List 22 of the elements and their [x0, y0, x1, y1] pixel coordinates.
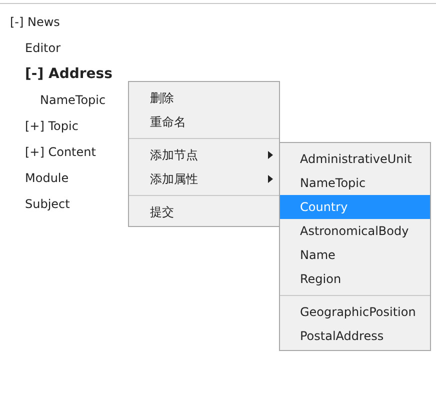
menu-item[interactable]: 提交 — [129, 200, 279, 224]
tree-node[interactable]: Module — [25, 165, 69, 191]
submenu-arrow-icon — [268, 175, 273, 183]
tree-node[interactable]: [+] Topic — [25, 113, 78, 139]
tree-node[interactable]: [-] News — [10, 9, 60, 35]
menu-item[interactable]: PostalAddress — [280, 324, 430, 348]
menu-item[interactable]: AstronomicalBody — [280, 219, 430, 243]
menu-item[interactable]: 添加属性 — [129, 167, 279, 191]
menu-item[interactable]: 重命名 — [129, 110, 279, 134]
tree-node[interactable]: Subject — [25, 191, 70, 217]
submenu-arrow-icon — [268, 151, 273, 159]
tree-node[interactable]: [+] Content — [25, 139, 96, 165]
tree-node[interactable]: Editor — [25, 35, 61, 61]
menu-item[interactable]: 删除 — [129, 86, 279, 110]
tree-node[interactable]: [-] Address — [25, 61, 112, 87]
menu-item[interactable]: AdministrativeUnit — [280, 147, 430, 171]
menu-item[interactable]: 添加节点 — [129, 143, 279, 167]
menu-item[interactable]: Region — [280, 267, 430, 291]
menu-item[interactable]: GeographicPosition — [280, 300, 430, 324]
menu-item[interactable]: NameTopic — [280, 171, 430, 195]
tree-node[interactable]: NameTopic — [40, 87, 106, 113]
menu-item[interactable]: Name — [280, 243, 430, 267]
